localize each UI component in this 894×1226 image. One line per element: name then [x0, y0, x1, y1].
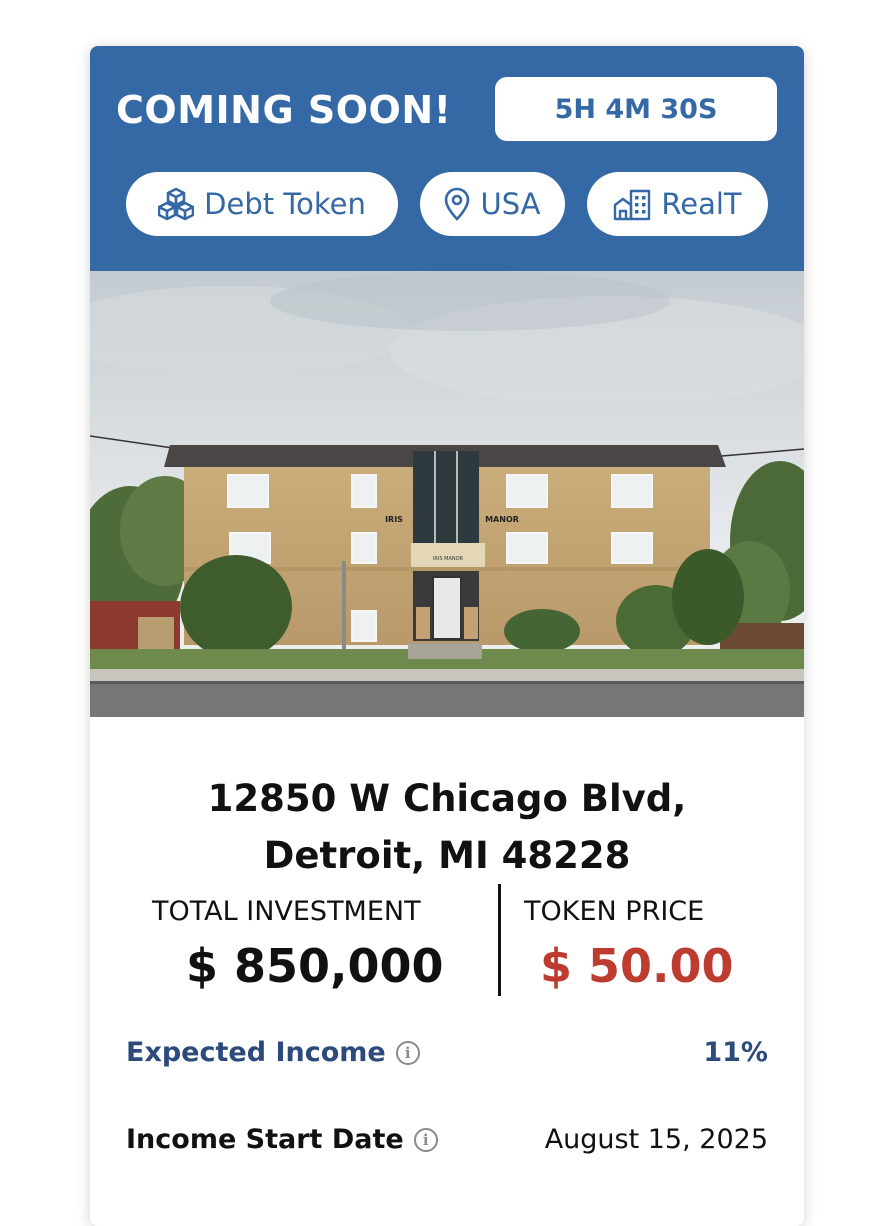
expected-income-text: Expected Income — [126, 1037, 386, 1068]
expected-income-value: 11% — [703, 1037, 768, 1068]
tag-realt[interactable]: RealT — [587, 172, 768, 236]
address-line-2: Detroit, MI 48228 — [263, 834, 631, 877]
tag-debt-token[interactable]: Debt Token — [126, 172, 398, 236]
tag-label: RealT — [661, 187, 742, 221]
blocks-icon — [158, 187, 195, 221]
sign-manor: MANOR — [485, 515, 519, 524]
tag-label: USA — [480, 187, 541, 221]
status-title: COMING SOON! — [116, 88, 452, 132]
sign-iris: IRIS — [385, 515, 403, 524]
countdown-timer: 5H 4M 30S — [495, 77, 777, 141]
stats-divider — [498, 884, 501, 996]
card-header: COMING SOON! 5H 4M 30S Debt Token USA Re… — [90, 46, 804, 271]
tag-label: Debt Token — [204, 187, 366, 221]
income-start-date-text: Income Start Date — [126, 1124, 404, 1155]
awning-sign: IRIS MANOR — [433, 556, 464, 562]
token-price-value: $ 50.00 — [540, 939, 734, 993]
address-line-1: 12850 W Chicago Blvd, — [207, 777, 687, 820]
buildings-icon — [614, 189, 651, 221]
tag-country[interactable]: USA — [420, 172, 565, 236]
expected-income-label: Expected Income i — [126, 1037, 420, 1068]
total-investment-label: TOTAL INVESTMENT — [152, 896, 421, 927]
total-investment-value: $ 850,000 — [186, 939, 444, 993]
income-start-date-label: Income Start Date i — [126, 1124, 438, 1155]
property-photo[interactable]: IRIS MANOR IRIS MANOR — [90, 271, 804, 717]
income-start-date-value: August 15, 2025 — [544, 1124, 768, 1155]
property-address: 12850 W Chicago Blvd, Detroit, MI 48228 — [90, 770, 804, 884]
info-icon[interactable]: i — [413, 1127, 438, 1152]
info-icon[interactable]: i — [395, 1040, 420, 1065]
token-price-label: TOKEN PRICE — [524, 896, 705, 927]
location-pin-icon — [445, 187, 470, 221]
property-card[interactable]: COMING SOON! 5H 4M 30S Debt Token USA Re… — [90, 46, 804, 1226]
